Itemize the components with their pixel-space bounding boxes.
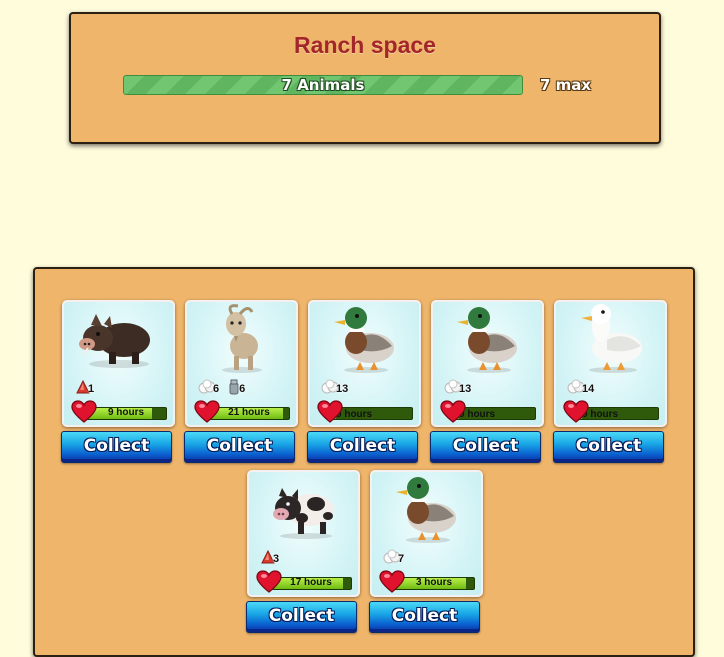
growth-timer-text: 9 hours <box>107 407 145 418</box>
growth-timer-bar: 21 hours <box>208 407 290 420</box>
animal-slot-goat: 6 6 21 hours Collect <box>184 300 298 463</box>
collect-button[interactable]: Collect <box>246 601 357 633</box>
growth-timer-text: 0 hours <box>582 409 619 420</box>
animal-slot-cow-pig: 3 17 hours Collect <box>246 470 360 633</box>
heart-icon <box>194 400 220 428</box>
ranch-capacity-bar: 7 Animals <box>123 75 523 95</box>
collect-button[interactable]: Collect <box>184 431 295 463</box>
collect-button[interactable]: Collect <box>369 601 480 633</box>
ranch-title: Ranch space <box>294 32 436 58</box>
animal-card[interactable]: 13 0 hours <box>431 300 544 427</box>
product-list: 13 <box>443 378 471 396</box>
growth-timer-bar: 0 hours <box>577 407 659 420</box>
heart-icon <box>71 400 97 428</box>
product-count: 6 <box>239 383 246 395</box>
ranch-animal-count: 7 Animals <box>281 76 365 94</box>
growth-timer-bar: 0 hours <box>454 407 536 420</box>
animal-card[interactable]: 6 6 21 hours <box>185 300 298 427</box>
animal-slot-white-duck: 14 0 hours Collect <box>553 300 667 463</box>
mallard-icon <box>433 302 542 378</box>
cow-pig-icon <box>249 472 358 548</box>
product-count: 13 <box>336 383 349 395</box>
mallard-icon <box>372 472 481 548</box>
growth-timer-text: 3 hours <box>415 577 453 588</box>
collect-button[interactable]: Collect <box>553 431 664 463</box>
growth-timer-bar: 3 hours <box>393 577 475 590</box>
animal-card[interactable]: 7 3 hours <box>370 470 483 597</box>
heart-icon <box>317 400 343 428</box>
animal-slot-mallard: 7 3 hours Collect <box>369 470 483 633</box>
growth-timer-text: 0 hours <box>336 409 373 420</box>
animal-card[interactable]: 3 17 hours <box>247 470 360 597</box>
heart-icon <box>440 400 466 428</box>
animal-card[interactable]: 1 9 hours <box>62 300 175 427</box>
growth-timer-bar: 17 hours <box>270 577 352 590</box>
ranch-max-label: 7 max <box>540 76 592 94</box>
goat-icon <box>187 302 296 378</box>
white-duck-icon <box>556 302 665 378</box>
ranch-space-panel: Ranch space 7 Animals 7 max <box>69 12 661 144</box>
growth-timer-text: 0 hours <box>459 409 496 420</box>
product-list: 14 <box>566 378 594 396</box>
animal-slot-mallard: 13 0 hours Collect <box>430 300 544 463</box>
product-count: 6 <box>213 383 220 395</box>
product-list: 3 <box>259 548 279 566</box>
product-list: 13 <box>320 378 348 396</box>
product-count: 1 <box>88 383 95 395</box>
growth-timer-bar: 0 hours <box>331 407 413 420</box>
heart-icon <box>379 570 405 598</box>
heart-icon <box>563 400 589 428</box>
collect-button[interactable]: Collect <box>430 431 541 463</box>
product-list: 66 <box>197 378 245 396</box>
boar-icon <box>64 302 173 378</box>
collect-button[interactable]: Collect <box>307 431 418 463</box>
collect-button[interactable]: Collect <box>61 431 172 463</box>
animal-slot-mallard: 13 0 hours Collect <box>307 300 421 463</box>
product-count: 13 <box>459 383 472 395</box>
product-list: 7 <box>382 548 404 566</box>
animal-card[interactable]: 13 0 hours <box>308 300 421 427</box>
mallard-icon <box>310 302 419 378</box>
growth-timer-bar: 9 hours <box>85 407 167 420</box>
heart-icon <box>256 570 282 598</box>
product-count: 7 <box>398 553 405 565</box>
growth-timer-text: 21 hours <box>228 407 270 418</box>
product-count: 14 <box>582 383 595 395</box>
product-count: 3 <box>273 553 280 565</box>
animal-card[interactable]: 14 0 hours <box>554 300 667 427</box>
product-list: 1 <box>74 378 94 396</box>
animal-slot-boar: 1 9 hours Collect <box>61 300 175 463</box>
growth-timer-text: 17 hours <box>290 577 332 588</box>
